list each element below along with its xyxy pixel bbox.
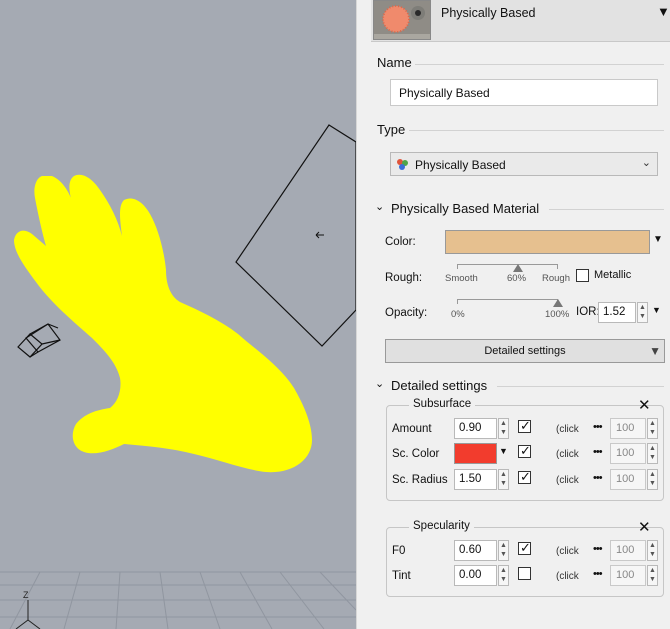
sc-radius-texture-slot[interactable]: (click — [556, 475, 579, 486]
sc-radius-input[interactable]: 1.50 — [454, 469, 497, 490]
sc-radius-checkbox[interactable] — [518, 469, 531, 485]
rough-label: Rough: — [385, 272, 423, 284]
type-label: Type — [377, 122, 406, 137]
chevron-down-icon: ⌄ — [641, 157, 651, 169]
f0-strength-input[interactable]: 100 — [610, 540, 646, 561]
close-icon[interactable]: ✕ — [638, 396, 651, 414]
subsurface-title: Subsurface — [409, 398, 476, 410]
pbr-section-title: Physically Based Material — [391, 201, 540, 216]
tint-more-button[interactable]: ••• — [593, 568, 603, 580]
rough-tick-value: 60% — [507, 273, 527, 284]
tint-strength-input[interactable]: 100 — [610, 565, 646, 586]
f0-strength-spinner[interactable]: ▲ ▼ — [647, 540, 658, 561]
triangle-down-icon[interactable]: ▼ — [657, 4, 670, 19]
detailed-section-title: Detailed settings — [391, 378, 488, 393]
opacity-tick-min: 0% — [451, 309, 465, 320]
viewport-scene: Z — [0, 124, 356, 629]
rough-slider-thumb[interactable] — [512, 264, 523, 272]
f0-spinner[interactable]: ▲ ▼ — [498, 540, 509, 561]
sc-radius-label: Sc. Radius — [392, 474, 448, 486]
amount-input[interactable]: 0.90 — [454, 418, 497, 439]
sc-color-swatch[interactable] — [454, 443, 497, 464]
sc-color-label: Sc. Color — [392, 448, 440, 460]
panel-splitter[interactable] — [356, 0, 365, 629]
rough-slider-track[interactable] — [457, 264, 558, 269]
color-swatch[interactable] — [445, 230, 650, 254]
f0-texture-slot[interactable]: (click — [556, 546, 579, 557]
ior-label: IOR: — [576, 306, 600, 318]
sc-color-more-button[interactable]: ••• — [593, 446, 603, 458]
type-divider — [409, 130, 664, 131]
opacity-label: Opacity: — [385, 307, 428, 319]
sc-radius-strength-input[interactable]: 100 — [610, 469, 646, 490]
sc-color-strength-input[interactable]: 100 — [610, 443, 646, 464]
material-header[interactable]: Physically Based ▼ — [371, 0, 670, 42]
f0-checkbox[interactable] — [518, 540, 531, 556]
detailed-settings-button[interactable]: Detailed settings ▼ — [385, 339, 665, 363]
amount-more-button[interactable]: ••• — [593, 421, 603, 433]
z-axis-label: Z — [23, 590, 29, 600]
specularity-title: Specularity — [409, 520, 474, 532]
amount-strength-input[interactable]: 100 — [610, 418, 646, 439]
construction-grid — [0, 571, 356, 629]
color-label: Color: — [385, 236, 416, 248]
material-properties-panel: Physically Based ▼ Name Physically Based… — [365, 0, 670, 629]
amount-texture-slot[interactable]: (click — [556, 424, 579, 435]
tint-checkbox[interactable] — [518, 567, 531, 580]
hand-object[interactable] — [14, 174, 312, 473]
sc-radius-spinner[interactable]: ▲ ▼ — [498, 469, 509, 490]
amount-checkbox[interactable] — [518, 418, 531, 434]
type-select[interactable]: Physically Based ⌄ — [390, 152, 658, 176]
sc-radius-strength-spinner[interactable]: ▲ ▼ — [647, 469, 658, 490]
detailed-divider — [497, 386, 664, 387]
specularity-group — [386, 527, 664, 597]
axis-indicator — [15, 600, 41, 629]
rough-tick-rough: Rough — [542, 273, 570, 284]
material-type-icon — [395, 157, 409, 174]
amount-spinner[interactable]: ▲ ▼ — [498, 418, 509, 439]
pbr-divider — [549, 209, 664, 210]
material-thumbnail — [373, 0, 431, 40]
metallic-checkbox[interactable] — [576, 269, 589, 282]
opacity-tick-max: 100% — [545, 309, 570, 320]
triangle-down-icon: ▼ — [649, 344, 661, 358]
rough-tick-smooth: Smooth — [445, 273, 478, 284]
detailed-settings-button-label: Detailed settings — [484, 345, 566, 357]
close-icon[interactable]: ✕ — [638, 518, 651, 536]
name-label: Name — [377, 55, 412, 70]
name-divider — [415, 64, 664, 65]
arrow-marker-icon — [315, 231, 324, 239]
metallic-label: Metallic — [594, 269, 632, 281]
ior-menu-arrow-icon[interactable]: ▼ — [652, 305, 661, 315]
rectangle-object[interactable] — [235, 124, 356, 347]
material-title: Physically Based — [441, 6, 536, 20]
ior-spinner[interactable]: ▲ ▼ — [637, 302, 648, 323]
camera-icon[interactable] — [17, 323, 61, 358]
f0-more-button[interactable]: ••• — [593, 543, 603, 555]
f0-input[interactable]: 0.60 — [454, 540, 497, 561]
collapse-chevron-icon[interactable]: ⌄ — [375, 200, 384, 213]
sc-radius-more-button[interactable]: ••• — [593, 472, 603, 484]
3d-viewport[interactable]: Z — [0, 0, 356, 629]
opacity-slider-track[interactable] — [457, 299, 558, 304]
color-menu-arrow-icon[interactable]: ▼ — [653, 234, 663, 245]
amount-strength-spinner[interactable]: ▲ ▼ — [647, 418, 658, 439]
tint-spinner[interactable]: ▲ ▼ — [498, 565, 509, 586]
tint-texture-slot[interactable]: (click — [556, 571, 579, 582]
name-input[interactable]: Physically Based — [390, 79, 658, 106]
ior-input[interactable]: 1.52 — [598, 302, 636, 323]
sc-color-menu-arrow-icon[interactable]: ▼ — [499, 446, 508, 456]
f0-label: F0 — [392, 545, 406, 557]
sc-color-checkbox[interactable] — [518, 443, 531, 459]
sc-color-strength-spinner[interactable]: ▲ ▼ — [647, 443, 658, 464]
sc-color-texture-slot[interactable]: (click — [556, 449, 579, 460]
tint-strength-spinner[interactable]: ▲ ▼ — [647, 565, 658, 586]
type-select-value: Physically Based — [415, 158, 506, 172]
tint-input[interactable]: 0.00 — [454, 565, 497, 586]
opacity-slider-thumb[interactable] — [553, 299, 563, 307]
amount-label: Amount — [392, 423, 432, 435]
collapse-chevron-icon[interactable]: ⌄ — [375, 377, 384, 390]
tint-label: Tint — [392, 570, 411, 582]
